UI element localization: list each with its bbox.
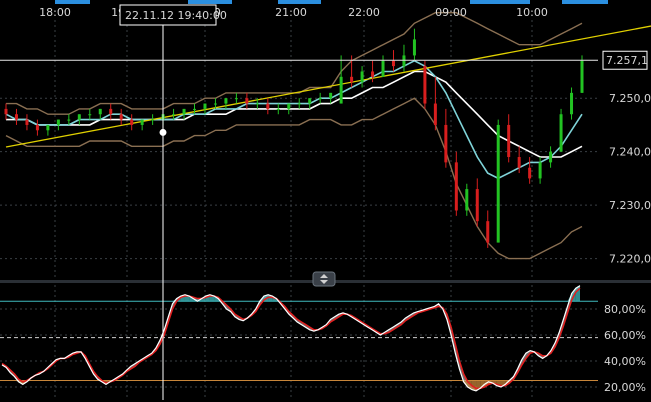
time-tick-label: 18:00 <box>39 6 71 19</box>
bollinger-upper-line <box>6 11 583 115</box>
candle-body[interactable] <box>381 60 385 77</box>
candle-body[interactable] <box>224 98 228 104</box>
candle-body[interactable] <box>213 103 217 105</box>
candle-body[interactable] <box>507 124 511 158</box>
candle-body[interactable] <box>276 108 280 110</box>
candle-body[interactable] <box>433 103 437 125</box>
candle-body[interactable] <box>88 114 92 116</box>
candle-body[interactable] <box>318 98 322 100</box>
candle-body[interactable] <box>454 162 458 211</box>
candle-body[interactable] <box>130 119 134 125</box>
time-scroll-segment-2[interactable] <box>278 0 321 4</box>
candle-body[interactable] <box>496 124 500 243</box>
candle-body[interactable] <box>308 98 312 104</box>
price-tick-label: 7.240,0 <box>609 146 651 159</box>
grid-lines <box>0 20 598 400</box>
candle-body[interactable] <box>35 124 39 131</box>
osc-tick-label: 20,00% <box>604 381 646 394</box>
time-scroll-segment-0[interactable] <box>55 0 90 4</box>
osc-tick-label: 80,00% <box>604 303 646 316</box>
price-tick-label: 7.250,0 <box>609 92 651 105</box>
candle-body[interactable] <box>412 39 416 56</box>
candle-body[interactable] <box>538 162 542 179</box>
time-scroll-segment-3[interactable] <box>470 0 530 4</box>
last-price-label: 7.257,1 <box>606 54 648 67</box>
candle-body[interactable] <box>151 119 155 121</box>
candle-body[interactable] <box>255 103 259 105</box>
candle-body[interactable] <box>559 114 563 152</box>
candle-body[interactable] <box>549 151 553 163</box>
price-tick-label: 7.220,0 <box>609 253 651 266</box>
time-tick-label: 10:00 <box>516 6 548 19</box>
oscillator-signal-line <box>1 287 581 390</box>
candle-body[interactable] <box>14 114 18 120</box>
candle-body[interactable] <box>580 60 584 93</box>
trading-chart-window[interactable]: 7.257,1 18:0019:0020:0021:0022:0009:0010… <box>0 0 651 402</box>
candle-body[interactable] <box>570 92 574 115</box>
moving-average-slow-line <box>6 70 583 158</box>
candle-body[interactable] <box>371 71 375 77</box>
candle-body[interactable] <box>329 92 333 99</box>
up-down-arrows-icon[interactable] <box>312 271 336 287</box>
candle-body[interactable] <box>98 108 102 115</box>
time-scroll-segment-1[interactable] <box>188 0 232 4</box>
candle-body[interactable] <box>119 114 123 120</box>
candle-body[interactable] <box>109 108 113 115</box>
trend-line[interactable] <box>5 25 651 148</box>
candle-body[interactable] <box>266 103 270 109</box>
candle-body[interactable] <box>517 157 521 168</box>
time-scroll-segment-4[interactable] <box>562 0 608 4</box>
candle-body[interactable] <box>172 114 176 116</box>
crosshair-overlay: 22.11.12 19:40:00 <box>119 4 227 400</box>
time-tick-label: 21:00 <box>275 6 307 19</box>
candle-body[interactable] <box>25 119 29 125</box>
candle-body[interactable] <box>193 108 197 110</box>
oscillator-panel[interactable] <box>0 271 598 392</box>
candle-body[interactable] <box>402 55 406 67</box>
time-scroll-indicators <box>55 0 608 4</box>
candle-body[interactable] <box>475 189 479 222</box>
candle-body[interactable] <box>140 119 144 125</box>
candle-body[interactable] <box>287 103 291 109</box>
candle-body[interactable] <box>486 221 490 243</box>
moving-average-fast-line <box>5 59 583 180</box>
crosshair-point <box>159 128 167 136</box>
chart-canvas[interactable]: 7.257,1 18:0019:0020:0021:0022:0009:0010… <box>0 0 651 402</box>
candle-body[interactable] <box>360 71 364 83</box>
candle-body[interactable] <box>67 119 71 121</box>
price-tick-label: 7.230,0 <box>609 199 651 212</box>
candle-body[interactable] <box>56 119 60 125</box>
candle-body[interactable] <box>350 76 354 83</box>
candle-body[interactable] <box>203 103 207 109</box>
candle-body[interactable] <box>182 108 186 115</box>
candle-body[interactable] <box>391 60 395 67</box>
candle-body[interactable] <box>46 124 50 131</box>
candle-body[interactable] <box>245 98 249 104</box>
osc-tick-label: 60,00% <box>604 329 646 342</box>
candle-body[interactable] <box>528 167 532 179</box>
candle-body[interactable] <box>297 103 301 105</box>
candle-body[interactable] <box>234 98 238 100</box>
candle-body[interactable] <box>444 124 448 163</box>
candle-body[interactable] <box>77 114 81 120</box>
candle-body[interactable] <box>465 189 469 211</box>
bollinger-lower-line <box>5 97 583 260</box>
candle-body[interactable] <box>4 108 8 115</box>
osc-tick-label: 40,00% <box>604 355 646 368</box>
candle-body[interactable] <box>339 76 343 104</box>
crosshair-time-label: 22.11.12 19:40:00 <box>125 9 227 22</box>
price-panel[interactable]: 7.257,1 <box>0 11 651 283</box>
time-tick-label: 09:00 <box>435 6 467 19</box>
candle-body[interactable] <box>423 66 427 104</box>
time-tick-label: 22:00 <box>348 6 380 19</box>
